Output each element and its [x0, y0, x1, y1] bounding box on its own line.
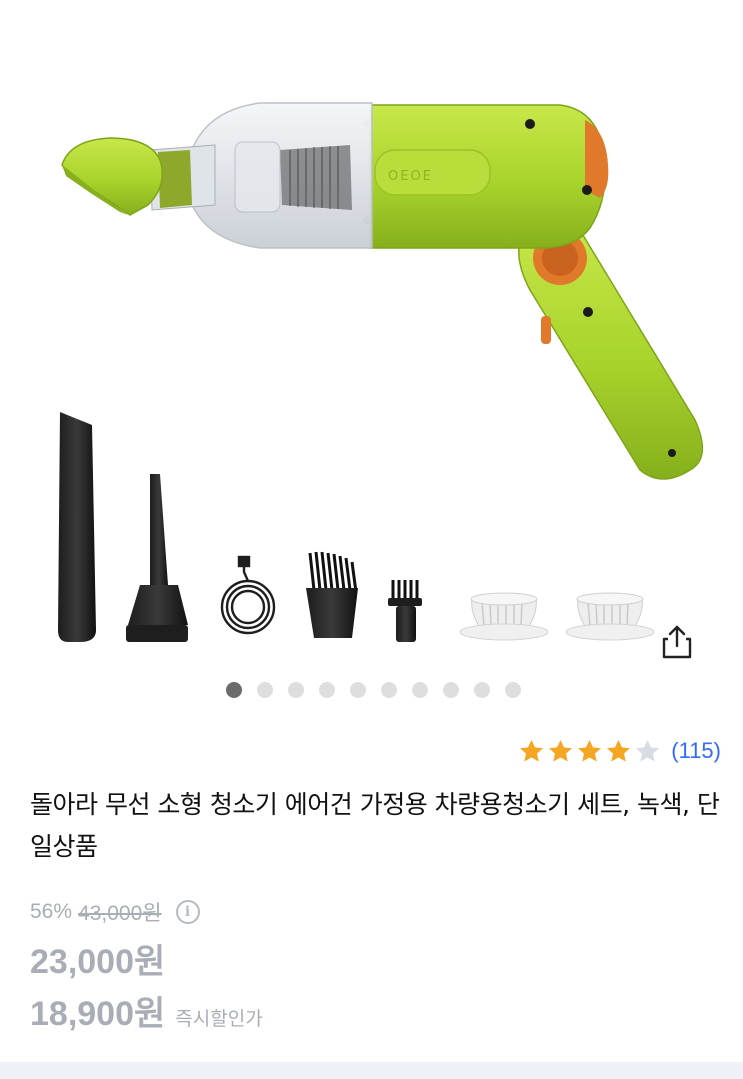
carousel-dot[interactable] — [443, 682, 459, 698]
instant-price: 18,900원 — [30, 995, 166, 1033]
vacuum-handle — [518, 219, 704, 480]
carousel-dot[interactable] — [226, 682, 242, 698]
accessory-air-nozzle — [126, 474, 188, 642]
svg-text:OEOE: OEOE — [388, 169, 433, 184]
vacuum-dust-cup — [189, 102, 373, 249]
accessory-round-brush — [388, 580, 422, 642]
instant-price-label: 즉시할인가 — [175, 1008, 263, 1030]
product-title: 돌아라 무선 소형 청소기 에어건 가정용 차량용청소기 세트, 녹색, 단일상… — [30, 790, 720, 861]
carousel-dot[interactable] — [381, 682, 397, 698]
share-button[interactable] — [660, 624, 700, 664]
info-icon[interactable]: i — [175, 900, 200, 924]
carousel-dot[interactable] — [288, 682, 304, 698]
share-icon — [662, 625, 692, 659]
vacuum-illustration: OEOE — [58, 102, 704, 642]
instant-discount-row: 18,900원 즉시할인가 — [30, 986, 263, 1035]
vacuum-body: OEOE — [363, 104, 609, 249]
star-filled-icon — [607, 739, 631, 762]
carousel-dot[interactable] — [474, 682, 490, 698]
review-count[interactable]: (115) — [671, 738, 721, 764]
discount-row: 56% 43,000원 i — [30, 897, 200, 927]
rating-stars — [518, 738, 661, 765]
accessory-brush-tool — [306, 551, 358, 638]
star-filled-icon — [520, 739, 544, 762]
carousel-dot[interactable] — [412, 682, 428, 698]
product-rating[interactable]: (115) — [518, 736, 721, 766]
sale-price: 23,000원 — [30, 943, 166, 981]
discount-rate: 56% — [30, 900, 73, 923]
carousel-dot[interactable] — [505, 682, 521, 698]
vacuum-nozzle — [61, 137, 216, 216]
product-detail-page: OEOE (115) 돌아라 무선 소형 청소기 에어건 가정용 차량용청소기 … — [0, 0, 743, 1079]
accessory-crevice-tool — [58, 412, 96, 642]
accessory-filter-1 — [459, 592, 549, 641]
accessory-filter-2 — [565, 592, 655, 641]
product-image[interactable]: OEOE — [0, 0, 743, 672]
carousel-dot[interactable] — [257, 682, 273, 698]
carousel-dot[interactable] — [319, 682, 335, 698]
accessory-usb-cable — [220, 555, 276, 635]
bottom-divider — [0, 1062, 743, 1079]
image-carousel-dots — [226, 682, 521, 698]
star-filled-icon — [578, 739, 602, 762]
original-price: 43,000원 — [78, 902, 162, 925]
star-filled-icon — [549, 739, 573, 762]
carousel-dot[interactable] — [350, 682, 366, 698]
star-empty-icon — [636, 739, 660, 762]
